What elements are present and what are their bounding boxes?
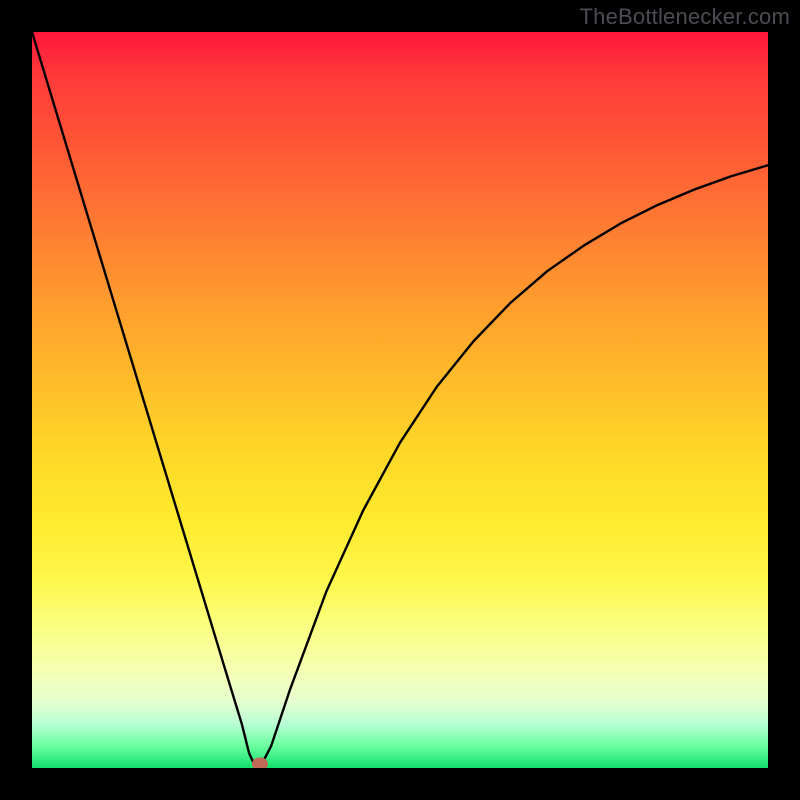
- chart-frame: TheBottlenecker.com: [0, 0, 800, 800]
- watermark-text: TheBottlenecker.com: [580, 4, 790, 30]
- optimal-point-marker: [252, 758, 268, 768]
- bottleneck-curve: [32, 32, 768, 768]
- plot-area: [32, 32, 768, 768]
